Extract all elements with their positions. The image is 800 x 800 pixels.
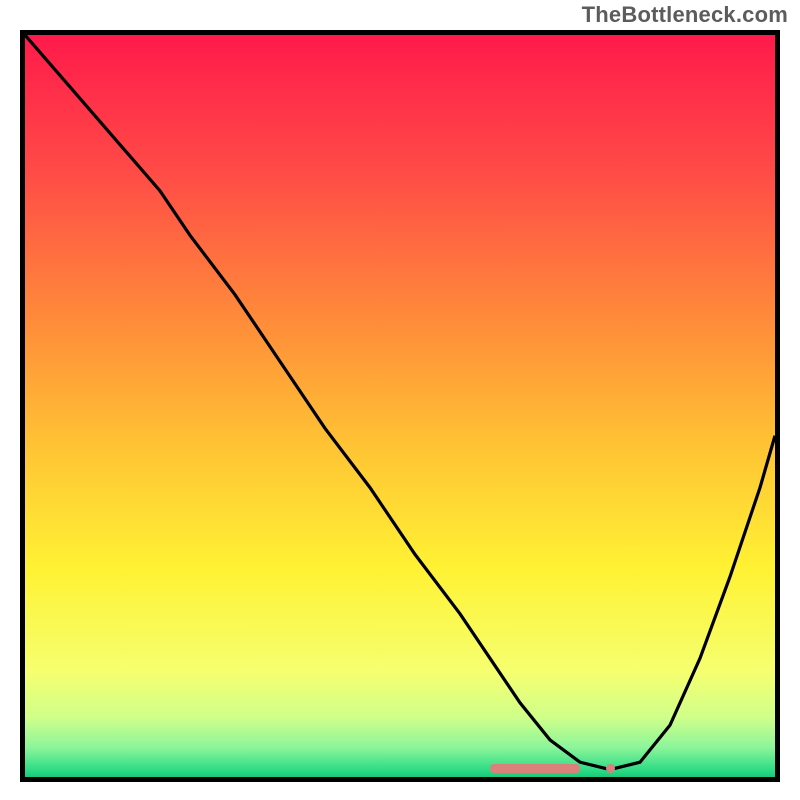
watermark-text: TheBottleneck.com bbox=[582, 2, 788, 28]
curve-path bbox=[25, 35, 775, 770]
sweet-spot-bar bbox=[490, 764, 580, 773]
chart-curve-layer bbox=[25, 35, 775, 777]
chart-frame bbox=[20, 30, 780, 782]
